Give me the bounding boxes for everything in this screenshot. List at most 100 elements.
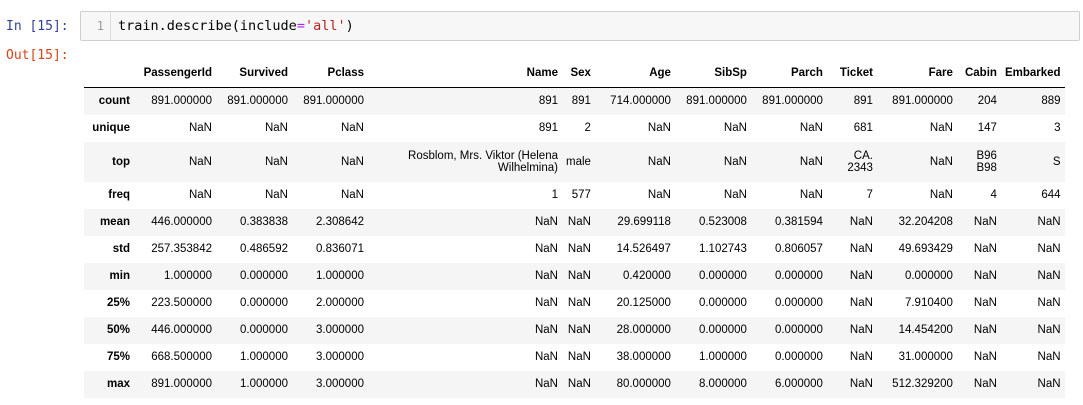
table-cell: male [566,155,591,168]
table-cell: 0.383838 [240,216,288,228]
column-header: Sex [562,59,595,88]
table-cell: NaN [1037,216,1061,228]
table-cell: NaN [849,243,873,255]
table-cell: 0.420000 [622,270,671,282]
table-cell: NaN [973,324,997,336]
column-header: PassengerId [134,59,216,88]
table-cell: NaN [647,122,671,134]
table-cell: 4 [990,189,997,201]
table-cell: 0.381594 [774,216,823,228]
table-cell: 0.000000 [904,270,953,282]
table-row: std 257.353842 0.486592 0.836071 NaN NaN 14.52… [84,235,1065,263]
table-cell: NaN [849,216,873,228]
table-cell: 14.454200 [898,324,953,336]
table-cell: 891 [538,95,558,108]
code-line[interactable]: train.describe(include='all') [118,12,354,40]
table-row: count 891.000000 891.000000 891.000000 891 89… [84,87,1065,115]
table-cell: 257.353842 [151,243,212,255]
row-label: count [98,95,130,108]
table-cell: NaN [534,243,558,255]
row-label: 50% [106,324,130,336]
table-cell: 891.000000 [151,95,212,108]
row-label: min [109,270,130,282]
table-cell: 20.125000 [616,297,671,309]
table-cell: 0.806057 [774,243,823,255]
row-label: std [112,243,130,255]
table-cell: NaN [849,297,873,309]
row-label: unique [92,122,130,134]
row-label: mean [99,216,130,228]
table-cell: 3.000000 [316,351,364,363]
table-cell: 891.000000 [892,95,953,108]
table-cell: 1.000000 [240,351,288,363]
table-cell: NaN [534,270,558,282]
table-cell: 644 [1041,189,1061,201]
table-cell: 0.000000 [698,324,747,336]
code-input-area[interactable]: 1 train.describe(include='all') [80,11,1080,41]
code-string: 'all' [304,18,346,34]
table-cell: NaN [534,378,558,390]
table-cell: NaN [567,297,591,309]
table-cell: NaN [264,122,288,134]
table-cell: 0.836071 [316,243,364,255]
table-cell: 891.000000 [151,378,212,390]
table-cell: 7 [866,189,873,201]
code-text-end: ) [345,18,354,34]
table-cell: NaN [723,189,747,201]
table-cell: NaN [799,155,823,168]
table-cell: 32.204208 [898,216,953,228]
table-cell: 891.000000 [686,95,747,108]
table-cell: NaN [340,155,364,168]
table-cell: 49.693429 [898,243,953,255]
table-cell: NaN [534,297,558,309]
column-header: SibSp [674,59,751,88]
table-cell: NaN [340,189,364,201]
table-cell: 38.000000 [616,351,671,363]
table-row: top NaN NaN NaN Rosblom, Mrs. Viktor (Helena… [84,141,1065,182]
table-cell: NaN [723,122,747,134]
table-cell: NaN [929,155,953,168]
table-cell: 0.000000 [698,297,747,309]
table-cell: 1.000000 [698,351,747,363]
table-cell: NaN [849,324,873,336]
column-header: Survived [216,59,292,88]
column-header: Ticket [826,59,877,88]
table-cell: NaN [567,270,591,282]
table-cell: 891 [853,95,873,108]
table-row: min 1.000000 0.000000 1.000000 NaN NaN 0.42000… [84,262,1065,290]
table-cell: 0.000000 [774,270,823,282]
table-cell: 8.000000 [698,378,747,390]
table-cell: 446.000000 [151,216,212,228]
table-cell: NaN [1037,324,1061,336]
table-cell: 1.000000 [316,270,364,282]
row-label: freq [108,189,130,201]
table-cell: 681 [853,122,873,134]
table-cell: 31.000000 [898,351,953,363]
table-cell: NaN [973,378,997,390]
table-cell: NaN [1037,243,1061,255]
table-cell: NaN [973,351,997,363]
table-cell: NaN [567,378,591,390]
table-cell: NaN [567,324,591,336]
column-header: Name [368,59,562,88]
table-cell: NaN [1037,378,1061,390]
output-prompt: Out[15]: [6,48,69,63]
index-header [84,59,134,88]
row-label: 25% [106,297,130,309]
row-label: max [106,378,130,390]
table-cell: 3.000000 [316,324,364,336]
table-cell: 0.523008 [698,216,747,228]
code-text: train.describe(include [118,18,297,34]
input-prompt: In [15]: [6,19,69,34]
table-cell: 0.000000 [240,270,288,282]
table-cell: NaN [723,155,747,168]
column-header: Embarked [1000,59,1065,88]
column-header: Fare [876,59,957,88]
table-body: count 891.000000 891.000000 891.000000 891 89… [84,87,1065,398]
table-cell: NaN [567,216,591,228]
table-cell: NaN [534,351,558,363]
table-cell: NaN [567,351,591,363]
table-cell: NaN [799,122,823,134]
table-cell: 1.000000 [240,378,288,390]
table-cell: NaN [799,189,823,201]
